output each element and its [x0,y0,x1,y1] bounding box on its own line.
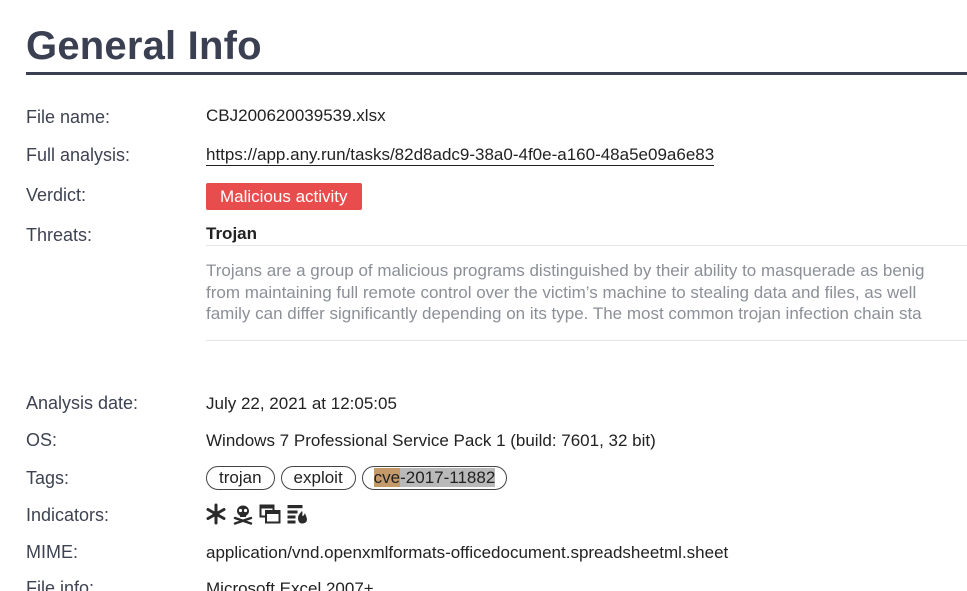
file-name-label: File name: [26,107,111,127]
analysis-date-label: Analysis date: [26,393,139,413]
threats-label: Threats: [26,225,93,245]
tags-label: Tags: [26,468,70,488]
full-analysis-link[interactable]: https://app.any.run/tasks/82d8adc9-38a0-… [206,145,715,166]
os-value: Windows 7 Professional Service Pack 1 (b… [206,431,656,450]
windows-icon [259,503,281,525]
tag-cve-highlight-prefix: cve [373,468,401,487]
full-analysis-row: https://app.any.run/tasks/82d8adc9-38a0-… [206,144,715,166]
list-fire-icon [286,503,308,525]
threat-divider-top [206,245,967,246]
skull-crossbones-icon [232,503,254,525]
indicators-list [205,503,308,525]
threat-description: Trojans are a group of malicious program… [206,260,967,325]
tag-cve-highlight-rest: -2017-11882 [400,468,496,487]
tag-cve[interactable]: cve-2017-11882 [361,466,508,490]
full-analysis-label: Full analysis: [26,145,131,165]
threat-description-line: family can differ significantly dependin… [206,304,922,323]
tag-trojan[interactable]: trojan [206,466,275,490]
file-info-value: Microsoft Excel 2007+ [206,579,374,591]
mime-value: application/vnd.openxmlformats-officedoc… [206,543,729,562]
tag-exploit[interactable]: exploit [280,466,356,490]
threat-description-line: from maintaining full remote control ove… [206,282,917,302]
threat-divider-bottom [206,340,967,341]
analysis-date-value: July 22, 2021 at 12:05:05 [206,394,397,413]
mime-label: MIME: [26,542,78,562]
verdict-badge: Malicious activity [206,183,362,210]
os-label: OS: [26,430,58,450]
file-name-value: CBJ200620039539.xlsx [206,106,386,125]
general-info-page: General Info File name: CBJ200620039539.… [0,0,967,591]
page-title: General Info [26,24,262,68]
title-divider [26,72,967,75]
threat-name-link[interactable]: Trojan [206,223,258,246]
asterisk-icon [205,503,227,525]
verdict-label: Verdict: [26,185,87,205]
indicators-label: Indicators: [26,505,110,525]
tags-list: trojan exploit cve-2017-11882 [206,466,508,490]
file-info-label: File info: [26,578,95,591]
threat-description-line: Trojans are a group of malicious program… [206,261,925,280]
